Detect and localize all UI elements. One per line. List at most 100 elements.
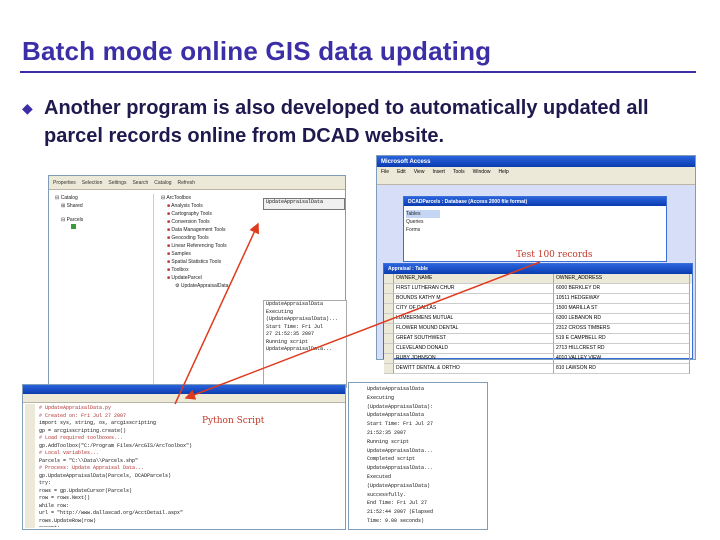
table-row[interactable]: FIRST LUTHERAN CHUR 6000 BERKLEY DR [384, 284, 692, 294]
tree-item-parcels[interactable]: ⊟ Parcels [53, 216, 153, 224]
table-row[interactable]: GREAT SOUTHWEST 519 E CAMPBELL RD [384, 334, 692, 344]
row-selector[interactable] [384, 334, 394, 344]
script-tab[interactable]: UpdateAppraisalData [263, 198, 345, 210]
row-selector[interactable] [384, 354, 394, 364]
object-queries[interactable]: Queries [406, 218, 440, 226]
menu-file[interactable]: File [381, 169, 389, 175]
toolbox-item[interactable]: ■ Spatial Statistics Tools [161, 258, 257, 266]
toolbar-catalog-button[interactable]: Catalog [154, 180, 171, 186]
row-selector[interactable] [384, 314, 394, 324]
output-line: (UpdateAppraisalData): [367, 403, 434, 410]
code-line: gp.UpdateAppraisalData(Parcels, DCADParc… [39, 472, 172, 479]
access-toolbar [377, 176, 695, 185]
bullet-item: ◆ Another program is also developed to a… [22, 94, 712, 150]
menu-window[interactable]: Window [473, 169, 491, 175]
code-line: rows.UpdateRow(row) [39, 517, 97, 524]
code-line: # Local variables... [39, 450, 100, 456]
row-selector[interactable] [384, 364, 394, 374]
toolbox-item[interactable]: ■ Linear Referencing Tools [161, 242, 257, 250]
cell-owner-name[interactable]: CLEVELAND DONALD [394, 344, 554, 354]
toolbox-item[interactable]: ⊟ ArcToolbox [161, 194, 257, 202]
access-menu-bar: File Edit View Insert Tools Window Help [377, 167, 695, 176]
python-code-area[interactable]: # UpdateAppraisalData.py # Created on: Fr… [39, 405, 339, 527]
python-toolbar [23, 394, 345, 403]
bullet-text: Another program is also developed to aut… [44, 97, 649, 147]
code-line: gp = arcgisscripting.create() [39, 427, 127, 434]
code-line: # UpdateAppraisalData.py [39, 405, 112, 411]
row-selector[interactable] [384, 324, 394, 334]
arcgis-catalog-screenshot: Properties Selection Settings Search Cat… [48, 175, 347, 389]
appraisal-table-window: Appraisal : Table OWNER_NAME OWNER_ADDRE… [383, 263, 693, 374]
output-line: End Time: Fri Jul 27 [367, 500, 428, 507]
cell-owner-name[interactable]: FLOWER MOUND DENTAL [394, 324, 554, 334]
cell-owner-address[interactable]: 10511 HEDGEWAY [554, 294, 690, 304]
row-selector[interactable] [384, 294, 394, 304]
output-line: Time: 9.00 seconds) [367, 517, 425, 524]
column-owner-address[interactable]: OWNER_ADDRESS [554, 274, 690, 284]
toolbox-item[interactable]: ■ Samples [161, 250, 257, 258]
table-row[interactable]: DEWITT DENTAL & ORTHO 810 LAWSON RD [384, 364, 692, 374]
column-owner-name[interactable]: OWNER_NAME [394, 274, 554, 284]
table-row[interactable]: RUBY JOHNSON 4010 VALLEY VIEW [384, 354, 692, 364]
cell-owner-name[interactable]: CITY OF DALLAS [394, 304, 554, 314]
access-title-bar: Microsoft Access [377, 156, 695, 167]
menu-view[interactable]: View [414, 169, 425, 175]
tree-item-catalog[interactable]: ⊟ Catalog [53, 194, 153, 202]
cell-owner-address[interactable]: 4010 VALLEY VIEW [554, 354, 690, 364]
script-output-screenshot: UpdateAppraisalData Executing (UpdateAppra… [348, 382, 488, 530]
toolbar-settings-button[interactable]: Settings [108, 180, 126, 186]
cell-owner-address[interactable]: 519 E CAMPBELL RD [554, 334, 690, 344]
toolbox-item[interactable]: ■ Geocoding Tools [161, 234, 257, 242]
code-line: url = "http://www.dallascad.org/AcctDeta… [39, 510, 184, 516]
table-row[interactable]: CITY OF DALLAS 1500 MARILLA ST [384, 304, 692, 314]
table-row[interactable]: BOUNDS KATHY M 10511 HEDGEWAY [384, 294, 692, 304]
row-selector[interactable] [384, 344, 394, 354]
object-tables[interactable]: Tables [406, 210, 440, 218]
cell-owner-name[interactable]: BOUNDS KATHY M [394, 294, 554, 304]
test-records-annotation: Test 100 records [516, 250, 593, 260]
code-line: while row: [39, 502, 70, 509]
cell-owner-name[interactable]: RUBY JOHNSON [394, 354, 554, 364]
toolbox-item[interactable]: ⚙ UpdateAppraisalData [161, 282, 257, 290]
cell-owner-address[interactable]: 1500 MARILLA ST [554, 304, 690, 314]
toolbar-properties-button[interactable]: Properties [53, 180, 76, 186]
cell-owner-address[interactable]: 6000 BERKLEY DR [554, 284, 690, 294]
menu-insert[interactable]: Insert [432, 169, 445, 175]
cell-owner-name[interactable]: LUMBERMENS MUTUAL [394, 314, 554, 324]
output-line: UpdateAppraisalData [367, 412, 425, 419]
code-line: import sys, string, os, arcgisscripting [39, 420, 157, 426]
code-line: rows = gp.UpdateCursor(Parcels) [39, 487, 133, 494]
object-forms[interactable]: Forms [406, 226, 440, 234]
table-row[interactable]: FLOWER MOUND DENTAL 2312 CROSS TIMBERS [384, 324, 692, 334]
cell-owner-name[interactable]: DEWITT DENTAL & ORTHO [394, 364, 554, 374]
output-line: Completed script [367, 456, 416, 463]
toolbar-selection-button[interactable]: Selection [82, 180, 103, 186]
toolbox-item[interactable]: ■ Data Management Tools [161, 226, 257, 234]
table-row[interactable]: CLEVELAND DONALD 2713 HILLCREST RD [384, 344, 692, 354]
toolbox-item[interactable]: ■ Toolbox [161, 266, 257, 274]
cell-owner-name[interactable]: GREAT SOUTHWEST [394, 334, 554, 344]
script-output-log: UpdateAppraisalData Executing (UpdateAppra… [367, 385, 485, 527]
toolbox-item[interactable]: ■ Conversion Tools [161, 218, 257, 226]
cell-owner-address[interactable]: 6300 LEBANON RD [554, 314, 690, 324]
cell-owner-address[interactable]: 2312 CROSS TIMBERS [554, 324, 690, 334]
toolbar-search-button[interactable]: Search [132, 180, 148, 186]
cell-owner-address[interactable]: 810 LAWSON RD [554, 364, 690, 374]
cell-owner-name[interactable]: FIRST LUTHERAN CHUR [394, 284, 554, 294]
toolbox-item[interactable]: ■ UpdateParcel [161, 274, 257, 282]
table-body: FIRST LUTHERAN CHUR 6000 BERKLEY DR BOUNDS… [384, 284, 692, 374]
menu-help[interactable]: Help [498, 169, 508, 175]
tree-item-shared[interactable]: ⊞ Shared [53, 202, 153, 210]
toolbox-item[interactable]: ■ Analysis Tools [161, 202, 257, 210]
menu-tools[interactable]: Tools [453, 169, 465, 175]
menu-edit[interactable]: Edit [397, 169, 406, 175]
python-script-annotation: Python Script [202, 416, 265, 426]
output-line: (UpdateAppraisalData) [367, 482, 431, 489]
toolbox-item[interactable]: ■ Cartography Tools [161, 210, 257, 218]
row-selector[interactable] [384, 304, 394, 314]
catalog-tree-left: ⊟ Catalog ⊞ Shared ⊟ Parcels [53, 194, 154, 384]
toolbar-refresh-button[interactable]: Refresh [178, 180, 196, 186]
row-selector[interactable] [384, 284, 394, 294]
cell-owner-address[interactable]: 2713 HILLCREST RD [554, 344, 690, 354]
table-row[interactable]: LUMBERMENS MUTUAL 6300 LEBANON RD [384, 314, 692, 324]
